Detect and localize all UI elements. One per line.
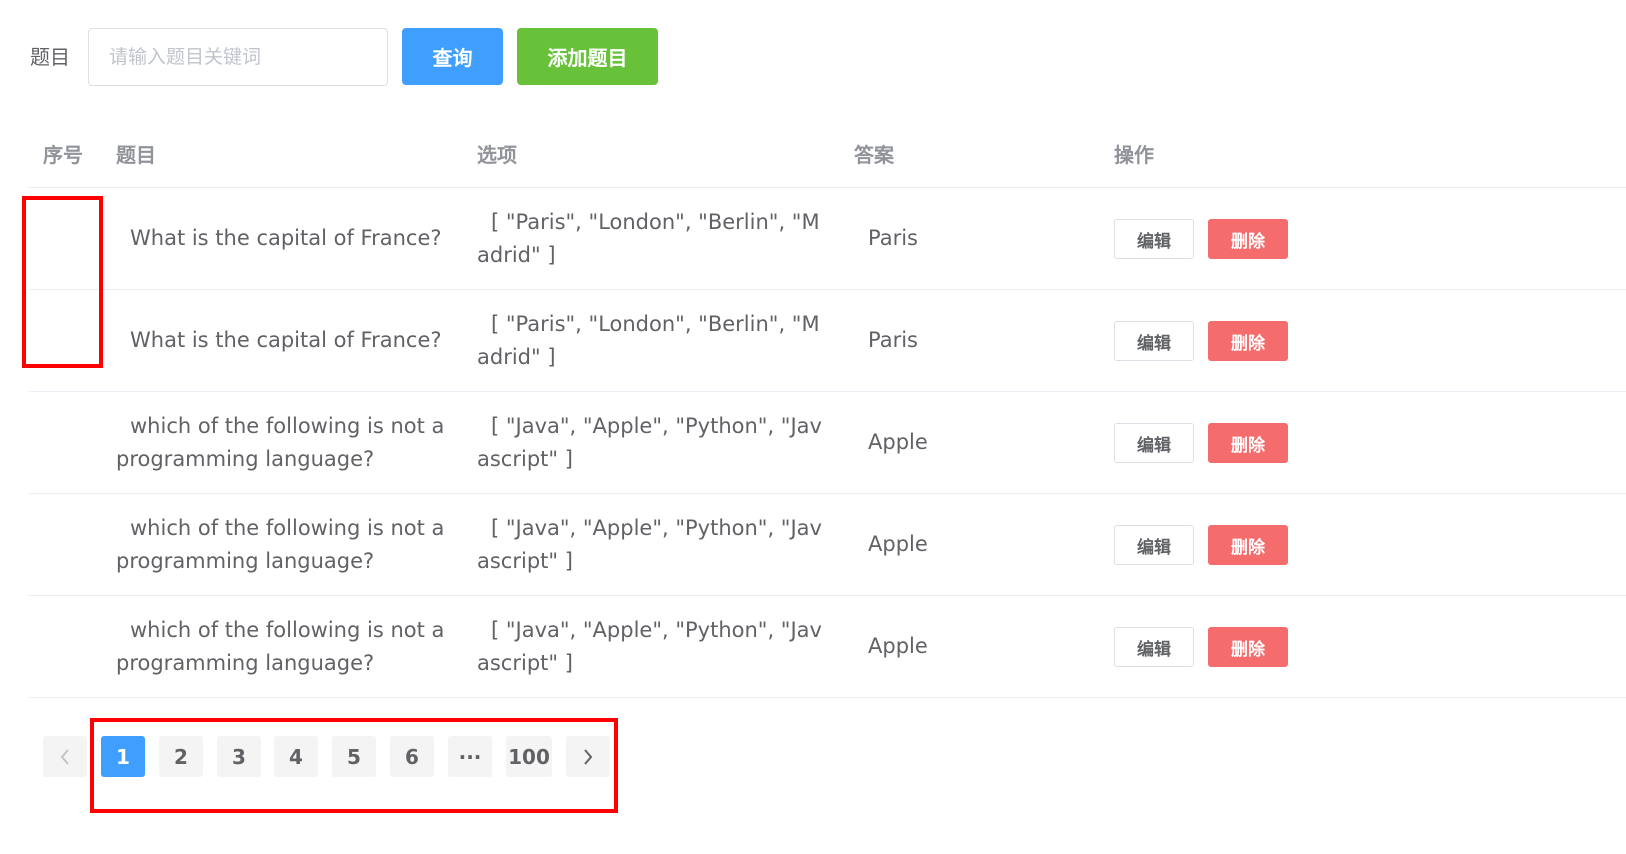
pager-more-button[interactable]: ···	[448, 736, 492, 777]
delete-button[interactable]: 删除	[1208, 219, 1288, 259]
row-answer: Apple	[868, 532, 928, 556]
chevron-left-icon	[60, 748, 69, 765]
table-row: which of the following is not a programm…	[29, 596, 1626, 698]
search-label: 题目	[30, 45, 70, 69]
pager-page-1[interactable]: 1	[101, 736, 145, 777]
delete-button[interactable]: 删除	[1208, 627, 1288, 667]
query-button[interactable]: 查询	[402, 28, 503, 85]
delete-button[interactable]: 删除	[1208, 321, 1288, 361]
row-question: What is the capital of France?	[130, 328, 442, 352]
pager-page-4[interactable]: 4	[274, 736, 318, 777]
row-question: What is the capital of France?	[130, 226, 442, 250]
row-question: which of the following is not a programm…	[116, 414, 445, 471]
search-input[interactable]	[88, 28, 388, 86]
row-question: which of the following is not a programm…	[116, 618, 445, 675]
row-options: [ "Paris", "London", "Berlin", "Madrid" …	[477, 210, 820, 267]
row-options: [ "Java", "Apple", "Python", "Javascript…	[477, 618, 822, 675]
chevron-right-icon	[584, 748, 593, 765]
edit-button[interactable]: 编辑	[1114, 525, 1194, 565]
row-options: [ "Java", "Apple", "Python", "Javascript…	[477, 414, 822, 471]
header-options: 选项	[477, 143, 517, 167]
pager-page-5[interactable]: 5	[332, 736, 376, 777]
edit-button[interactable]: 编辑	[1114, 423, 1194, 463]
row-answer: Apple	[868, 634, 928, 658]
header-id: 序号	[43, 143, 83, 167]
row-answer: Paris	[868, 328, 918, 352]
edit-button[interactable]: 编辑	[1114, 219, 1194, 259]
question-management-page: 题目 查询 添加题目 序号 题目 选项 答案 操作 What is the ca…	[0, 0, 1626, 854]
table-header: 序号 题目 选项 答案 操作	[29, 120, 1626, 188]
delete-button[interactable]: 删除	[1208, 423, 1288, 463]
table-row: What is the capital of France? [ "Paris"…	[29, 290, 1626, 392]
pager-page-2[interactable]: 2	[159, 736, 203, 777]
header-question: 题目	[116, 143, 156, 167]
pager-prev-button[interactable]	[43, 736, 87, 777]
table-row: What is the capital of France? [ "Paris"…	[29, 188, 1626, 290]
edit-button[interactable]: 编辑	[1114, 627, 1194, 667]
edit-button[interactable]: 编辑	[1114, 321, 1194, 361]
header-actions: 操作	[1114, 143, 1154, 167]
table-row: which of the following is not a programm…	[29, 392, 1626, 494]
pager-page-3[interactable]: 3	[217, 736, 261, 777]
header-answer: 答案	[854, 143, 894, 167]
pager-page-6[interactable]: 6	[390, 736, 434, 777]
row-options: [ "Paris", "London", "Berlin", "Madrid" …	[477, 312, 820, 369]
pager-page-100[interactable]: 100	[506, 736, 552, 777]
add-question-button[interactable]: 添加题目	[517, 28, 658, 85]
row-answer: Paris	[868, 226, 918, 250]
table-row: which of the following is not a programm…	[29, 494, 1626, 596]
question-table: 序号 题目 选项 答案 操作 What is the capital of Fr…	[29, 120, 1626, 698]
delete-button[interactable]: 删除	[1208, 525, 1288, 565]
pager-next-button[interactable]	[566, 736, 610, 777]
row-question: which of the following is not a programm…	[116, 516, 445, 573]
row-options: [ "Java", "Apple", "Python", "Javascript…	[477, 516, 822, 573]
row-answer: Apple	[868, 430, 928, 454]
